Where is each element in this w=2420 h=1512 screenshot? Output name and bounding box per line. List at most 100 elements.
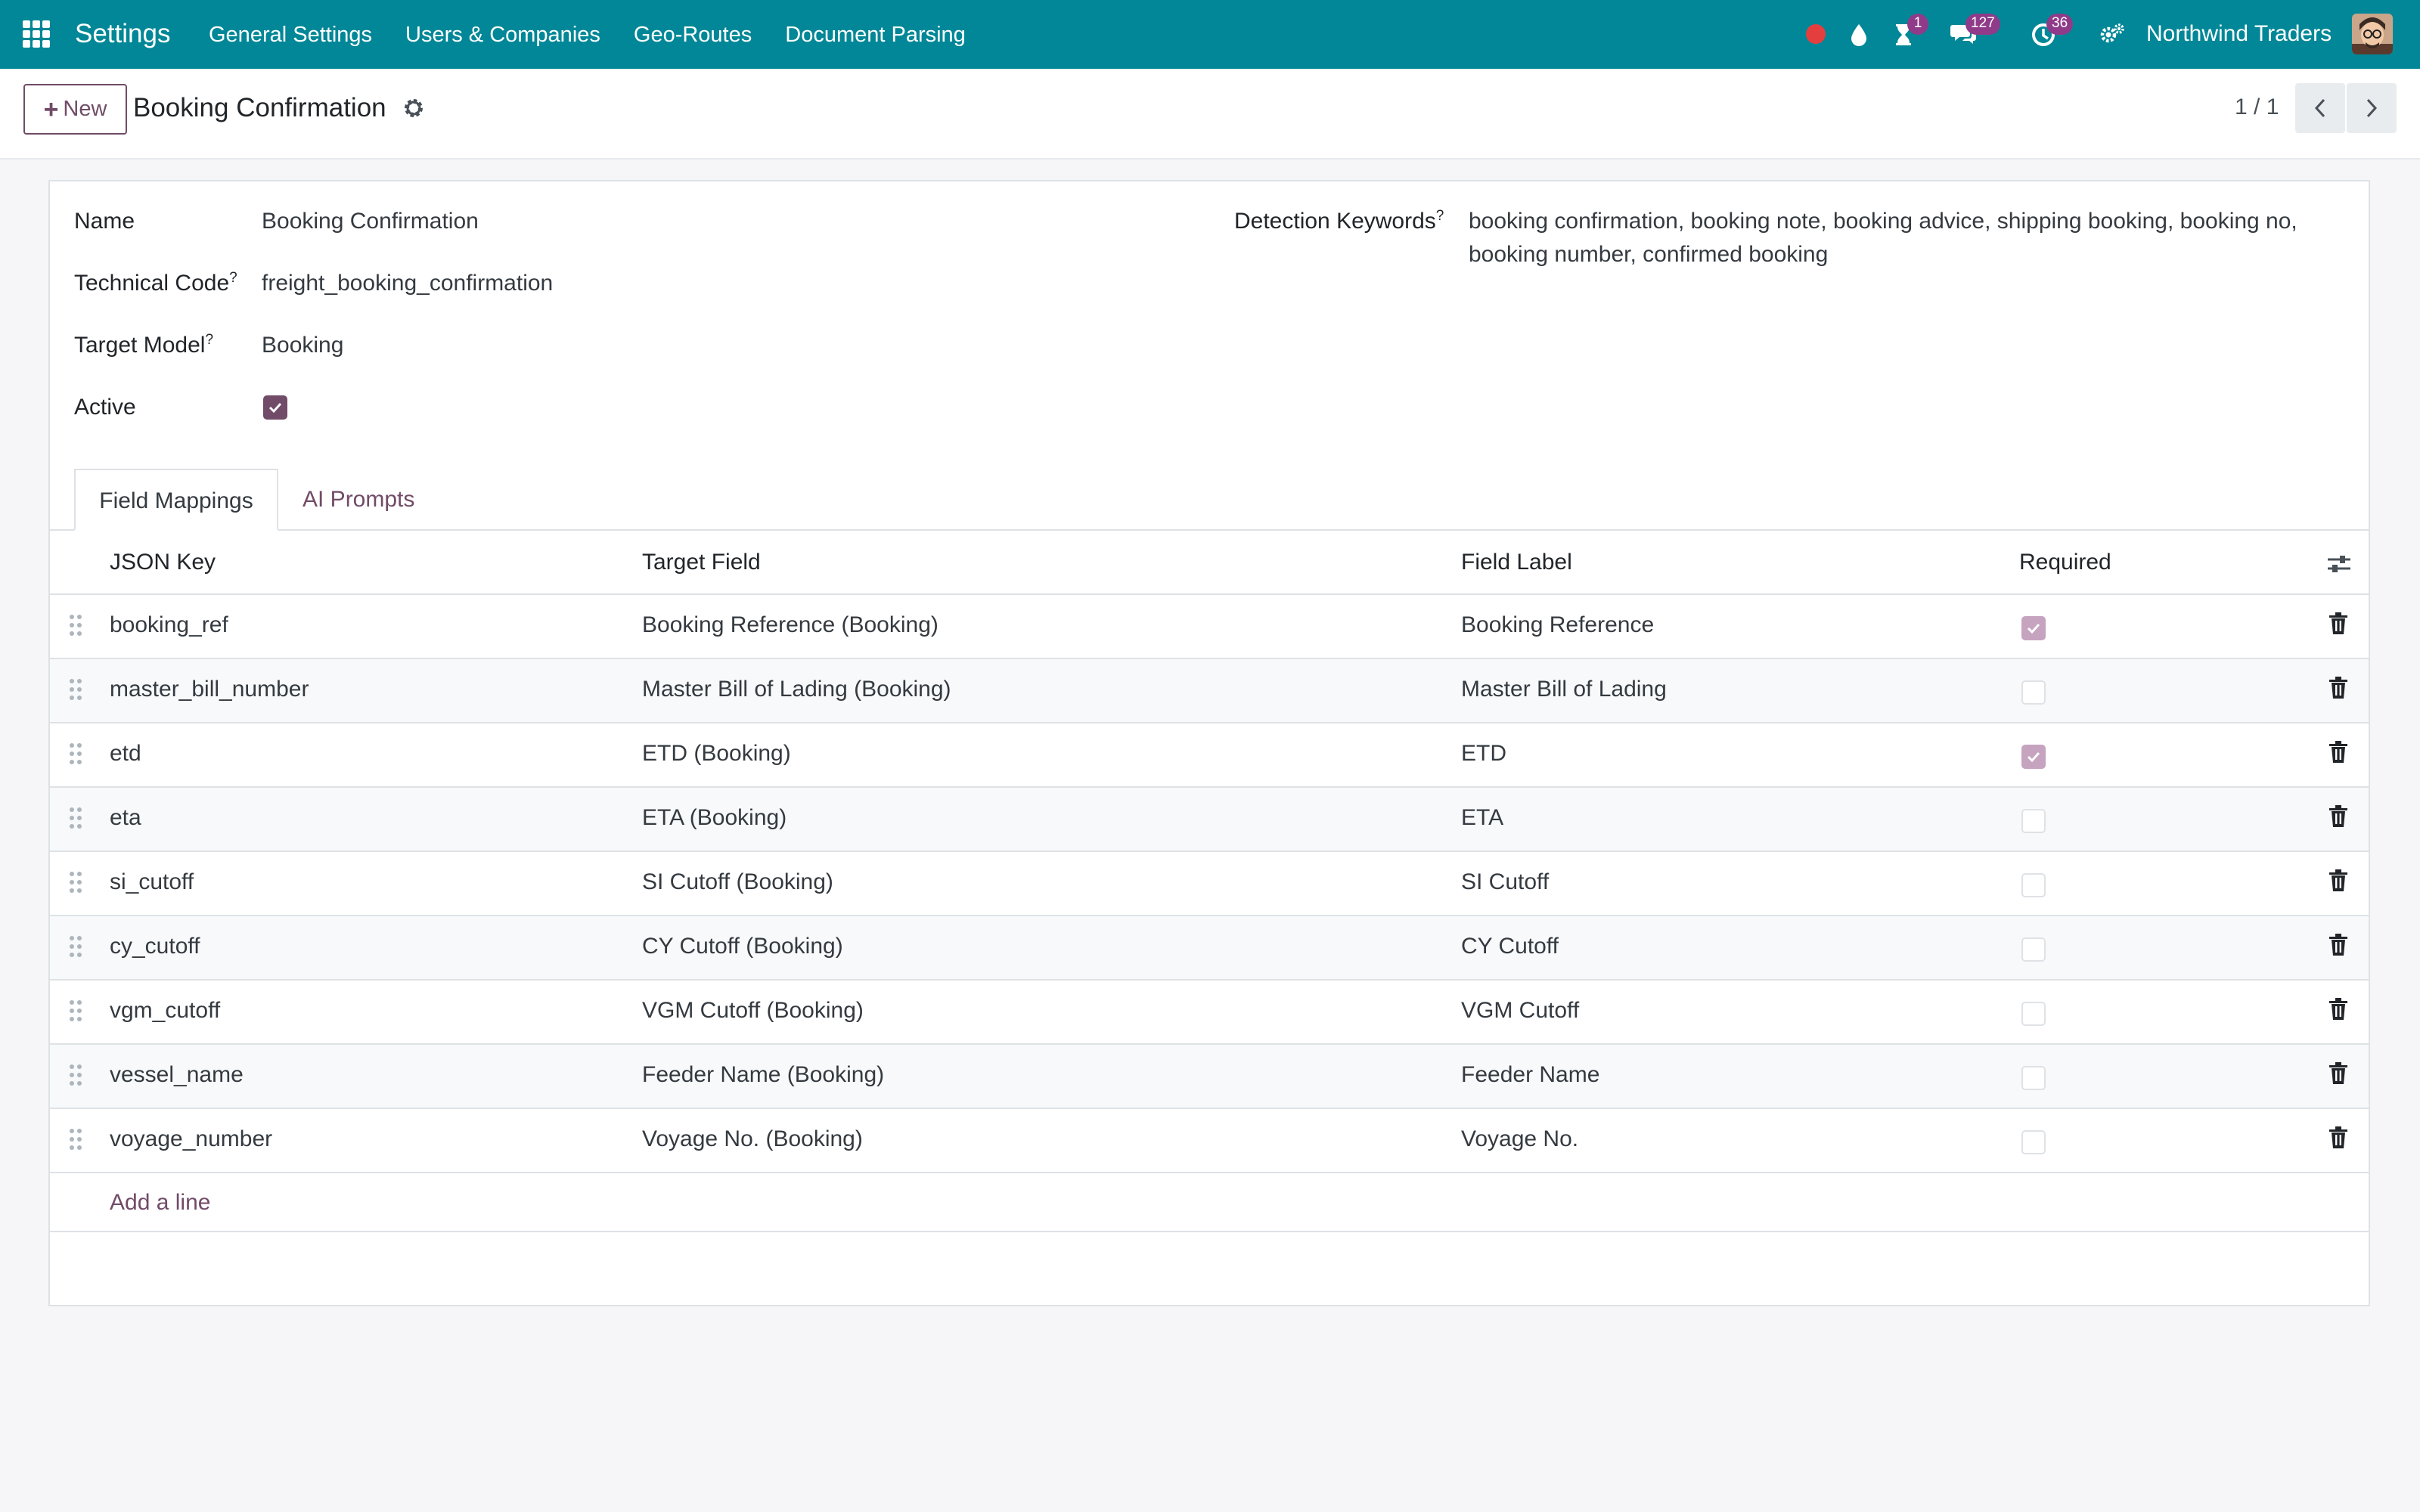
target-model-field[interactable]: Booking (262, 331, 343, 360)
json-key-cell: voyage_number (110, 1126, 273, 1151)
help-tooltip-icon[interactable]: ? (205, 332, 213, 348)
delete-row-trash-icon[interactable] (2328, 1061, 2349, 1086)
delete-row-trash-icon[interactable] (2328, 804, 2349, 829)
user-avatar-image (2352, 14, 2393, 54)
plus-icon: + (43, 94, 59, 124)
drag-handle-icon[interactable] (68, 1127, 83, 1151)
company-switcher[interactable]: Northwind Traders (2146, 20, 2332, 48)
detection-keywords-label: Detection Keywords? (1234, 207, 1444, 236)
delete-row-trash-icon[interactable] (2328, 997, 2349, 1021)
column-target-field[interactable]: Target Field (642, 548, 761, 577)
table-row[interactable]: eta ETA (Booking) ETA (50, 788, 2369, 852)
active-checkbox[interactable] (263, 395, 287, 420)
delete-row-trash-icon[interactable] (2328, 869, 2349, 893)
table-row[interactable]: etd ETD (Booking) ETD (50, 723, 2369, 788)
debug-settings-tray-item[interactable] (2095, 18, 2130, 51)
target-field-cell: ETD (Booking) (642, 741, 791, 766)
pager-value[interactable]: 1 / 1 (2235, 92, 2279, 122)
recording-indicator[interactable] (1800, 18, 1835, 51)
required-checkbox[interactable] (2021, 1130, 2046, 1154)
json-key-cell: vgm_cutoff (110, 998, 221, 1023)
user-avatar[interactable] (2352, 14, 2393, 54)
column-field-label[interactable]: Field Label (1461, 548, 1572, 577)
tab-field-mappings[interactable]: Field Mappings (74, 469, 278, 531)
top-navbar: Settings General Settings Users & Compan… (0, 0, 2420, 69)
required-checkbox[interactable] (2021, 680, 2046, 705)
table-row[interactable]: vgm_cutoff VGM Cutoff (Booking) VGM Cuto… (50, 981, 2369, 1045)
required-checkbox[interactable] (2021, 873, 2046, 897)
target-model-label-text: Target Model (74, 333, 206, 358)
drag-handle-icon[interactable] (68, 806, 83, 830)
drag-handle-icon[interactable] (68, 613, 83, 637)
required-checkbox[interactable] (2021, 616, 2046, 640)
drag-handle-icon[interactable] (68, 870, 83, 894)
json-key-cell: booking_ref (110, 612, 228, 637)
column-json-key[interactable]: JSON Key (110, 548, 216, 577)
required-checkbox[interactable] (2021, 809, 2046, 833)
table-row[interactable]: master_bill_number Master Bill of Lading… (50, 659, 2369, 723)
delete-row-trash-icon[interactable] (2328, 1126, 2349, 1150)
drag-handle-icon[interactable] (68, 742, 83, 766)
apps-grid-icon[interactable] (23, 20, 50, 48)
json-key-cell: etd (110, 741, 141, 766)
json-key-cell: master_bill_number (110, 677, 309, 702)
detection-keywords-field[interactable]: booking confirmation, booking note, book… (1469, 205, 2338, 271)
new-record-button[interactable]: + New (23, 84, 127, 135)
table-row[interactable]: voyage_number Voyage No. (Booking) Voyag… (50, 1109, 2369, 1173)
table-row[interactable]: cy_cutoff CY Cutoff (Booking) CY Cutoff (50, 916, 2369, 981)
table-row[interactable]: booking_ref Booking Reference (Booking) … (50, 595, 2369, 659)
menu-document-parsing[interactable]: Document Parsing (785, 21, 966, 48)
target-field-cell: CY Cutoff (Booking) (642, 934, 843, 959)
checkmark-icon (2027, 751, 2040, 763)
table-row[interactable]: si_cutoff SI Cutoff (Booking) SI Cutoff (50, 852, 2369, 916)
field-label-cell: Master Bill of Lading (1461, 677, 1667, 702)
activity-badge: 1 (1907, 14, 1928, 35)
add-a-line-link[interactable]: Add a line (110, 1188, 210, 1217)
column-required[interactable]: Required (2019, 548, 2111, 577)
record-actions-gear-icon[interactable] (402, 97, 425, 119)
delete-row-trash-icon[interactable] (2328, 933, 2349, 957)
delete-row-trash-icon[interactable] (2328, 740, 2349, 764)
table-row[interactable]: vessel_name Feeder Name (Booking) Feeder… (50, 1045, 2369, 1109)
messages-tray-item[interactable]: 127 (1946, 14, 2000, 51)
technical-code-field[interactable]: freight_booking_confirmation (262, 269, 553, 298)
notebook-tabs: Field Mappings AI Prompts (50, 469, 2369, 531)
activity-tray-item[interactable]: 1 (1888, 14, 1928, 51)
gears-icon (2100, 23, 2124, 43)
delete-row-trash-icon[interactable] (2328, 612, 2349, 636)
drag-handle-icon[interactable] (68, 677, 83, 702)
record-dot-icon (1806, 24, 1826, 44)
clock-tray-item[interactable]: 36 (2027, 14, 2074, 51)
chevron-right-icon (2366, 98, 2378, 118)
field-label-cell: Voyage No. (1461, 1126, 1579, 1151)
pager-previous-button[interactable] (2295, 83, 2345, 133)
menu-geo-routes[interactable]: Geo-Routes (634, 21, 752, 48)
help-tooltip-icon[interactable]: ? (229, 270, 237, 286)
top-menu: General Settings Users & Companies Geo-R… (209, 21, 999, 48)
app-name[interactable]: Settings (75, 18, 170, 50)
delete-row-trash-icon[interactable] (2328, 676, 2349, 700)
required-checkbox[interactable] (2021, 745, 2046, 769)
help-tooltip-icon[interactable]: ? (1436, 208, 1444, 224)
optional-columns-sliders-icon[interactable] (2326, 552, 2352, 576)
field-label-cell: SI Cutoff (1461, 869, 1550, 894)
name-field[interactable]: Booking Confirmation (262, 207, 479, 236)
field-label-cell: Feeder Name (1461, 1062, 1600, 1087)
control-panel: + New Booking Confirmation 1 / 1 (0, 69, 2420, 160)
tab-ai-prompts[interactable]: AI Prompts (302, 469, 414, 531)
target-field-cell: Feeder Name (Booking) (642, 1062, 885, 1087)
drop-tray-item[interactable] (1843, 18, 1878, 51)
drag-handle-icon[interactable] (68, 1063, 83, 1087)
drag-handle-icon[interactable] (68, 999, 83, 1023)
json-key-cell: eta (110, 805, 141, 830)
water-drop-icon (1851, 24, 1866, 46)
drag-handle-icon[interactable] (68, 934, 83, 959)
target-field-cell: Voyage No. (Booking) (642, 1126, 863, 1151)
target-model-label: Target Model? (74, 331, 213, 360)
required-checkbox[interactable] (2021, 1066, 2046, 1090)
pager-next-button[interactable] (2347, 83, 2397, 133)
required-checkbox[interactable] (2021, 937, 2046, 962)
menu-users-companies[interactable]: Users & Companies (405, 21, 600, 48)
menu-general-settings[interactable]: General Settings (209, 21, 372, 48)
required-checkbox[interactable] (2021, 1002, 2046, 1026)
